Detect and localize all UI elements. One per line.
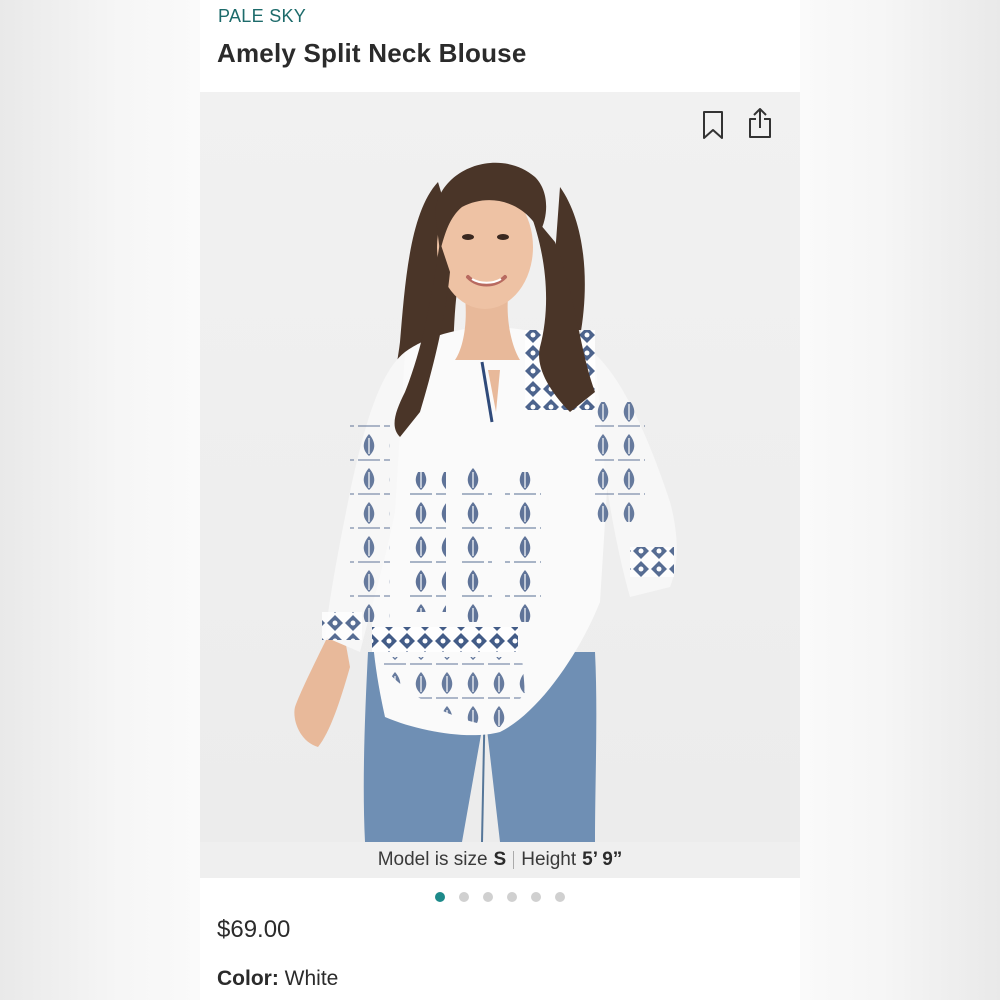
product-image[interactable] bbox=[200, 92, 800, 842]
image-dot-1[interactable] bbox=[435, 892, 445, 902]
image-pagination bbox=[200, 889, 800, 905]
caption-divider bbox=[513, 851, 515, 869]
model-height-value: 5’ 9” bbox=[582, 849, 623, 870]
model-size-prefix: Model is size bbox=[377, 849, 488, 870]
color-selection: Color: White bbox=[217, 967, 338, 991]
image-dot-2[interactable] bbox=[459, 892, 469, 902]
share-icon bbox=[749, 108, 771, 138]
image-dot-4[interactable] bbox=[507, 892, 517, 902]
bookmark-button[interactable] bbox=[698, 108, 728, 142]
share-button[interactable] bbox=[745, 106, 775, 140]
product-card: PALE SKY Amely Split Neck Blouse Model i… bbox=[200, 0, 800, 1000]
model-photo bbox=[294, 162, 677, 842]
product-price: $69.00 bbox=[217, 916, 291, 943]
model-height-prefix: Height bbox=[521, 849, 577, 870]
image-dot-5[interactable] bbox=[531, 892, 541, 902]
model-size-caption: Model is size S Height 5’ 9” bbox=[200, 842, 800, 878]
color-value: White bbox=[284, 967, 339, 990]
image-dot-6[interactable] bbox=[555, 892, 565, 902]
image-dot-3[interactable] bbox=[483, 892, 493, 902]
model-size-value: S bbox=[493, 849, 507, 870]
color-label: Color: bbox=[217, 967, 279, 990]
product-title: Amely Split Neck Blouse bbox=[217, 38, 527, 68]
bookmark-icon bbox=[703, 111, 723, 139]
brand-name[interactable]: PALE SKY bbox=[218, 6, 306, 27]
